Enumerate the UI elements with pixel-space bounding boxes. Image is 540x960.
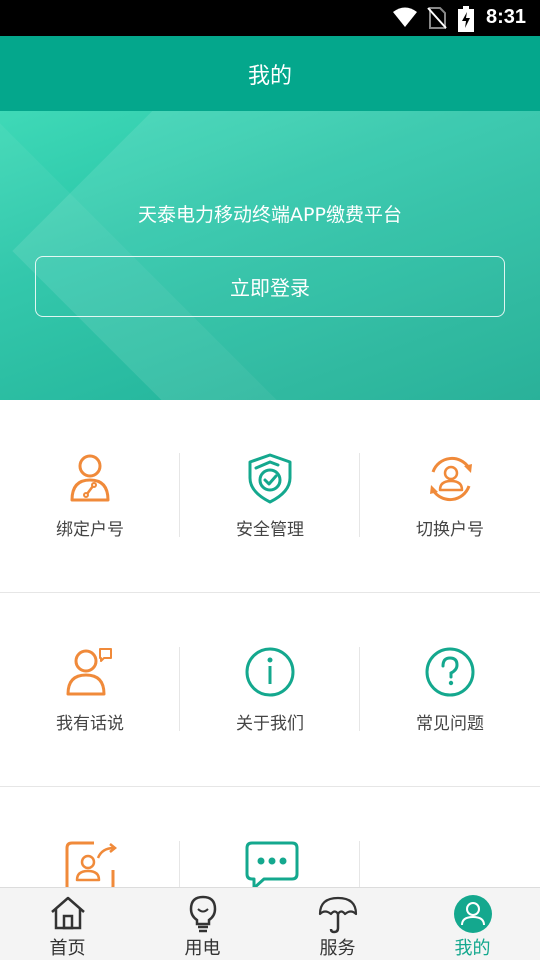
menu-row: 我有话说 关于我们 常见问题: [0, 594, 540, 787]
menu-item-switch-account[interactable]: 切换户号: [360, 400, 540, 593]
menu-item-share[interactable]: [0, 788, 180, 887]
menu-item-label: 安全管理: [236, 520, 304, 540]
menu-row: 绑定户号 安全管理 切换户号: [0, 400, 540, 593]
menu-item-about-us[interactable]: 关于我们: [180, 594, 360, 787]
bind-account-icon: [70, 454, 110, 502]
tab-mine[interactable]: 我的: [405, 888, 540, 960]
tab-label: 服务: [319, 938, 356, 959]
divider: [359, 841, 360, 887]
security-shield-icon: [248, 453, 292, 504]
home-icon: [51, 896, 85, 930]
menu-item-label: 切换户号: [416, 520, 484, 540]
tab-label: 用电: [184, 938, 221, 959]
tab-label: 首页: [49, 938, 86, 959]
question-icon: [425, 647, 475, 697]
status-bar: 8:31: [0, 0, 540, 36]
message-bubble-icon: [245, 841, 299, 887]
menu-item-label: 绑定户号: [56, 520, 124, 540]
menu-row: [0, 788, 540, 887]
menu-item-bind-account[interactable]: 绑定户号: [0, 400, 180, 593]
tab-home[interactable]: 首页: [0, 888, 135, 960]
tab-electricity[interactable]: 用电: [135, 888, 270, 960]
umbrella-icon: [318, 896, 358, 934]
bottom-tab-bar: 首页 用电 服务 我的: [0, 887, 540, 960]
menu-item-security[interactable]: 安全管理: [180, 400, 360, 593]
menu-item-messages[interactable]: [180, 788, 360, 887]
menu-grid: 绑定户号 安全管理 切换户号 我有话说 关于我们 常见问题: [0, 400, 540, 887]
menu-item-label: 常见问题: [416, 714, 484, 734]
hero-slogan: 天泰电力移动终端APP缴费平台: [138, 204, 402, 226]
hero-banner: 天泰电力移动终端APP缴费平台 立即登录: [0, 111, 540, 400]
lightbulb-icon: [189, 895, 217, 933]
menu-item-feedback[interactable]: 我有话说: [0, 594, 180, 787]
tab-label: 我的: [454, 938, 491, 959]
no-sim-icon: [427, 7, 447, 29]
page-title: 我的: [247, 64, 292, 89]
user-icon: [454, 895, 492, 933]
login-button[interactable]: 立即登录: [35, 256, 505, 317]
status-time: 8:31: [485, 6, 526, 28]
share-user-icon: [65, 841, 118, 887]
app-bar: 我的: [0, 36, 540, 111]
wifi-icon: [393, 7, 417, 27]
switch-account-icon: [430, 456, 472, 502]
menu-item-label: 关于我们: [236, 714, 304, 734]
feedback-user-icon: [66, 648, 112, 696]
menu-item-label: 我有话说: [56, 714, 124, 734]
tab-service[interactable]: 服务: [270, 888, 405, 960]
menu-item-faq[interactable]: 常见问题: [360, 594, 540, 787]
info-icon: [245, 647, 295, 697]
battery-icon: [458, 6, 474, 32]
